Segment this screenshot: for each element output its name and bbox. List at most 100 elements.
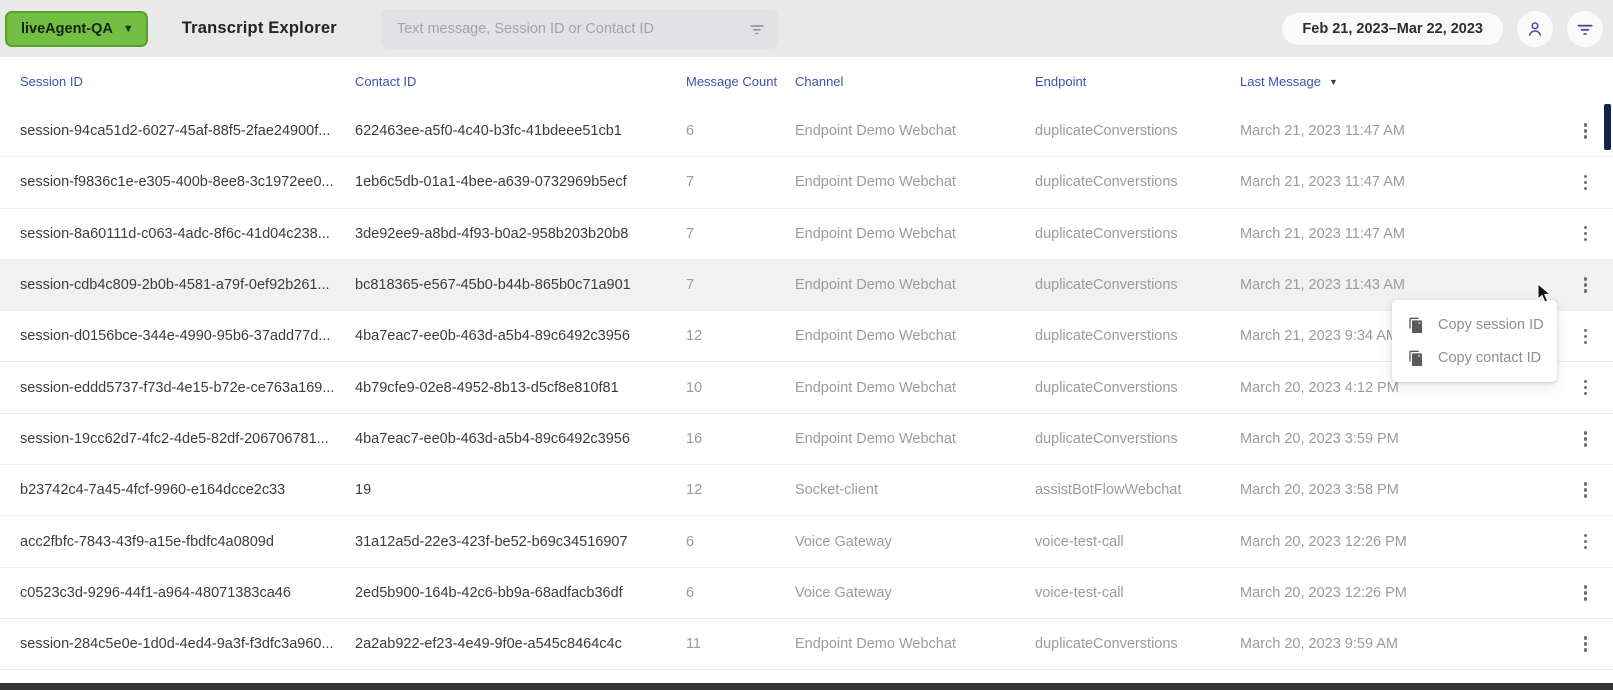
- app-selector-button[interactable]: liveAgent-QA ▼: [5, 10, 148, 47]
- table-header: Session ID Contact ID Message Count Chan…: [0, 57, 1613, 106]
- kebab-icon: [1580, 171, 1592, 195]
- page-title: Transcript Explorer: [181, 19, 337, 37]
- session-id-cell: session-284c5e0e-1d0d-4ed4-9a3f-f3dfc3a9…: [20, 636, 334, 653]
- last-message-cell: March 21, 2023 11:47 AM: [1240, 123, 1405, 140]
- contact-id-cell: 4ba7eac7-ee0b-463d-a5b4-89c6492c3956: [355, 430, 630, 447]
- search-box: [380, 8, 778, 49]
- channel-cell: Endpoint Demo Webchat: [795, 328, 956, 345]
- channel-cell: Endpoint Demo Webchat: [795, 636, 956, 653]
- endpoint-cell: duplicateConverstions: [1035, 123, 1178, 140]
- session-id-cell: session-eddd5737-f73d-4e15-b72e-ce763a16…: [20, 379, 335, 396]
- menu-item-copy-session-id[interactable]: Copy session ID: [1392, 308, 1557, 341]
- row-menu-button[interactable]: [1505, 530, 1613, 554]
- message-count-cell: 6: [686, 584, 695, 601]
- table-row[interactable]: session-8a60111d-c063-4adc-8f6c-41d04c23…: [0, 208, 1613, 260]
- contact-id-cell: 2a2ab922-ef23-4e49-9f0e-a545c8464c4c: [355, 636, 622, 653]
- kebab-icon: [1580, 273, 1592, 297]
- menu-item-copy-contact-id[interactable]: Copy contact ID: [1392, 341, 1557, 374]
- message-count-cell: 6: [686, 533, 695, 550]
- last-message-cell: March 21, 2023 11:47 AM: [1240, 225, 1405, 242]
- row-menu-button[interactable]: [1505, 222, 1613, 246]
- endpoint-cell: duplicateConverstions: [1035, 277, 1178, 294]
- table-row[interactable]: session-284c5e0e-1d0d-4ed4-9a3f-f3dfc3a9…: [0, 618, 1613, 671]
- kebab-icon: [1580, 376, 1592, 400]
- channel-cell: Endpoint Demo Webchat: [795, 277, 956, 294]
- kebab-icon: [1580, 530, 1592, 554]
- filter-icon[interactable]: [748, 20, 766, 38]
- column-header-channel[interactable]: Channel: [795, 74, 1035, 89]
- filter-icon: [1575, 19, 1595, 39]
- channel-cell: Voice Gateway: [795, 584, 892, 601]
- endpoint-cell: assistBotFlowWebchat: [1035, 482, 1182, 499]
- user-icon: [1525, 19, 1545, 39]
- message-count-cell: 16: [686, 430, 703, 447]
- message-count-cell: 12: [686, 482, 703, 499]
- message-count-cell: 11: [686, 636, 702, 653]
- vertical-scrollbar-thumb[interactable]: [1604, 104, 1611, 150]
- last-message-cell: March 20, 2023 12:26 PM: [1240, 533, 1407, 550]
- table-row[interactable]: b23742c4-7a45-4fcf-9960-e164dcce2c33 19 …: [0, 465, 1613, 517]
- table-row[interactable]: session-cdb4c809-2b0b-4581-a79f-0ef92b26…: [0, 259, 1613, 312]
- row-menu-button[interactable]: [1505, 273, 1613, 297]
- session-id-cell: session-f9836c1e-e305-400b-8ee8-3c1972ee…: [20, 174, 334, 191]
- endpoint-cell: voice-test-call: [1035, 533, 1124, 550]
- table-row[interactable]: c0523c3d-9296-44f1-a964-48071383ca46 2ed…: [0, 567, 1613, 619]
- contact-id-cell: 4b79cfe9-02e8-4952-8b13-d5cf8e810f81: [355, 379, 619, 396]
- column-header-contact-id[interactable]: Contact ID: [355, 74, 686, 89]
- row-menu-button[interactable]: [1505, 478, 1613, 502]
- search-input[interactable]: [396, 20, 748, 37]
- column-header-endpoint[interactable]: Endpoint: [1035, 74, 1240, 89]
- table-row[interactable]: session-eddd5737-f73d-4e15-b72e-ce763a16…: [0, 362, 1613, 414]
- contact-id-cell: 2ed5b900-164b-42c6-bb9a-68adfacb36df: [355, 584, 623, 601]
- topbar-actions: Feb 21, 2023–Mar 22, 2023: [1282, 10, 1613, 47]
- row-menu-button[interactable]: [1505, 581, 1613, 605]
- last-message-cell: March 21, 2023 11:43 AM: [1240, 277, 1405, 294]
- row-menu-button[interactable]: [1505, 427, 1613, 451]
- copy-icon: [1408, 350, 1424, 366]
- column-header-last-message[interactable]: Last Message ▼: [1240, 74, 1505, 89]
- chevron-down-icon: ▼: [122, 22, 134, 35]
- column-header-message-count[interactable]: Message Count: [686, 74, 795, 89]
- message-count-cell: 6: [686, 123, 695, 140]
- endpoint-cell: duplicateConverstions: [1035, 430, 1178, 447]
- session-id-cell: c0523c3d-9296-44f1-a964-48071383ca46: [20, 584, 291, 601]
- contact-id-cell: 31a12a5d-22e3-423f-be52-b69c34516907: [355, 533, 628, 550]
- endpoint-cell: duplicateConverstions: [1035, 174, 1178, 191]
- table-row[interactable]: session-d0156bce-344e-4990-95b6-37add77d…: [0, 311, 1613, 363]
- row-menu-button[interactable]: [1505, 171, 1613, 195]
- session-id-cell: b23742c4-7a45-4fcf-9960-e164dcce2c33: [20, 482, 286, 499]
- user-button[interactable]: [1517, 10, 1553, 47]
- table-row[interactable]: session-94ca51d2-6027-45af-88f5-2fae2490…: [0, 106, 1613, 158]
- kebab-icon: [1580, 632, 1592, 656]
- table-row[interactable]: session-19cc62d7-4fc2-4de5-82df-20670678…: [0, 413, 1613, 466]
- session-id-cell: session-8a60111d-c063-4adc-8f6c-41d04c23…: [20, 225, 330, 242]
- contact-id-cell: 4ba7eac7-ee0b-463d-a5b4-89c6492c3956: [355, 328, 630, 345]
- channel-cell: Endpoint Demo Webchat: [795, 430, 956, 447]
- kebab-icon: [1580, 581, 1592, 605]
- last-message-cell: March 20, 2023 12:26 PM: [1240, 584, 1407, 601]
- channel-cell: Endpoint Demo Webchat: [795, 225, 956, 242]
- table-row[interactable]: acc2fbfc-7843-43f9-a15e-fbdfc4a0809d 31a…: [0, 516, 1613, 568]
- endpoint-cell: duplicateConverstions: [1035, 636, 1178, 653]
- date-range-button[interactable]: Feb 21, 2023–Mar 22, 2023: [1282, 12, 1503, 45]
- table-body: session-94ca51d2-6027-45af-88f5-2fae2490…: [0, 106, 1613, 671]
- app-selector-label: liveAgent-QA: [21, 20, 113, 37]
- kebab-icon: [1580, 478, 1592, 502]
- contact-id-cell: 19: [355, 482, 372, 499]
- kebab-icon: [1580, 325, 1592, 349]
- session-id-cell: session-94ca51d2-6027-45af-88f5-2fae2490…: [20, 123, 331, 140]
- channel-cell: Endpoint Demo Webchat: [795, 123, 956, 140]
- message-count-cell: 7: [686, 174, 695, 191]
- column-header-session-id[interactable]: Session ID: [20, 74, 355, 89]
- row-menu-button[interactable]: [1505, 119, 1613, 143]
- channel-cell: Endpoint Demo Webchat: [795, 379, 956, 396]
- table-row[interactable]: session-f9836c1e-e305-400b-8ee8-3c1972ee…: [0, 157, 1613, 209]
- session-id-cell: session-cdb4c809-2b0b-4581-a79f-0ef92b26…: [20, 277, 330, 294]
- row-menu-button[interactable]: [1505, 632, 1613, 656]
- filter-button[interactable]: [1567, 10, 1603, 47]
- channel-cell: Endpoint Demo Webchat: [795, 174, 956, 191]
- endpoint-cell: duplicateConverstions: [1035, 225, 1178, 242]
- session-id-cell: session-19cc62d7-4fc2-4de5-82df-20670678…: [20, 430, 329, 447]
- contact-id-cell: bc818365-e567-45b0-b44b-865b0c71a901: [355, 277, 631, 294]
- message-count-cell: 7: [686, 225, 695, 242]
